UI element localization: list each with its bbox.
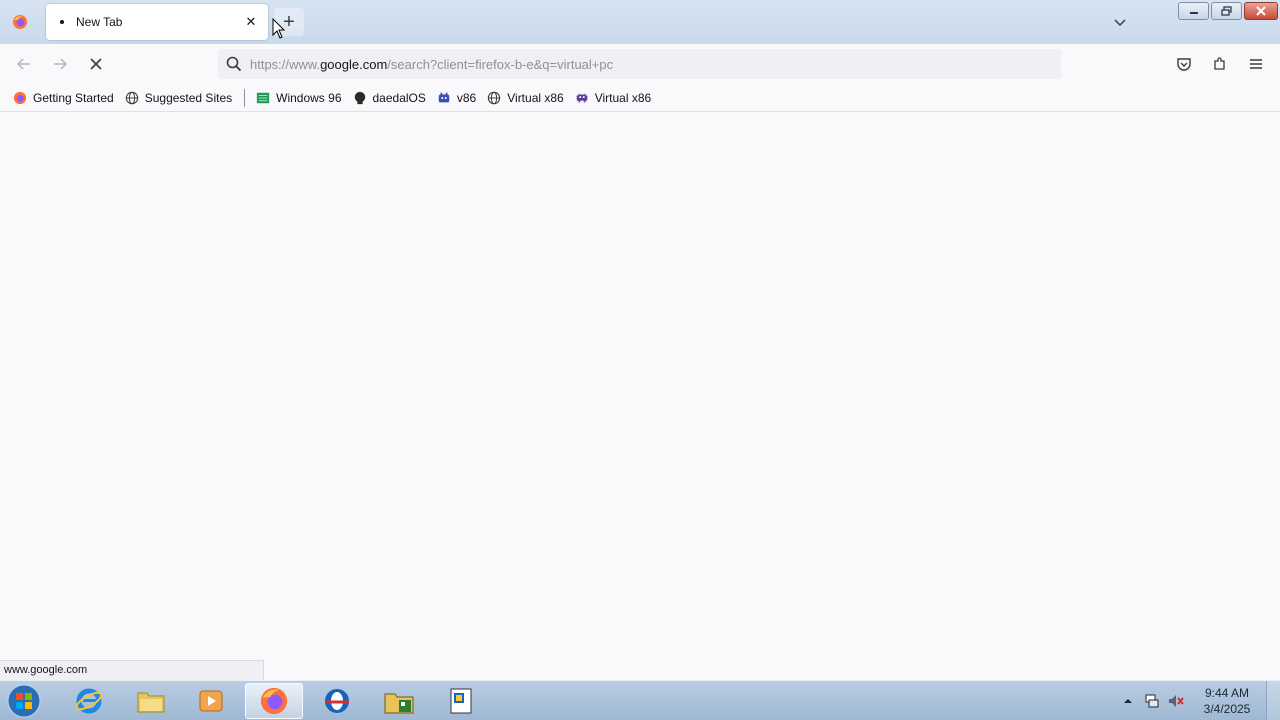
bookmark-windows-96[interactable]: Windows 96 <box>253 86 347 110</box>
chevron-up-icon <box>1124 699 1132 703</box>
globe-icon <box>124 90 140 106</box>
document-app-icon <box>450 688 472 714</box>
stop-icon <box>90 58 102 70</box>
stop-button[interactable] <box>82 50 110 78</box>
bookmarks-separator <box>244 88 246 107</box>
invader-icon <box>574 90 590 106</box>
search-icon <box>218 56 250 72</box>
pocket-button[interactable] <box>1170 50 1198 78</box>
bookmark-label: Suggested Sites <box>144 90 233 105</box>
firefox-view-button[interactable] <box>6 8 34 36</box>
forward-button[interactable] <box>46 50 74 78</box>
bookmark-label: Windows 96 <box>276 90 342 105</box>
firefox-icon <box>13 15 27 29</box>
volume-muted-icon[interactable] <box>1164 689 1188 713</box>
taskbar-internet-explorer[interactable] <box>60 683 118 719</box>
taskbar-folder-app[interactable] <box>370 683 428 719</box>
taskbar-media-player[interactable] <box>182 683 240 719</box>
tab-new-tab[interactable]: New Tab ✕ <box>46 4 268 40</box>
bookmark-label: Virtual x86 <box>507 90 564 105</box>
chevron-down-icon <box>1114 19 1126 27</box>
bookmark-suggested-sites[interactable]: Suggested Sites <box>122 86 238 110</box>
status-link-preview: www.google.com <box>0 660 264 680</box>
clock-time: 9:44 AM <box>1204 686 1250 700</box>
bookmark-label: Getting Started <box>33 90 114 105</box>
url-prefix: https://www. <box>250 56 321 72</box>
clock[interactable]: 9:44 AM 3/4/2025 <box>1196 685 1258 717</box>
restore-icon <box>1220 6 1232 16</box>
start-button[interactable] <box>4 682 44 720</box>
close-window-button[interactable] <box>1244 2 1278 20</box>
folder-icon <box>137 692 165 713</box>
windows-start-icon <box>7 684 41 718</box>
bookmark-virtual-x86[interactable]: Virtual x86 <box>484 86 569 110</box>
opera-icon <box>325 689 349 713</box>
globe-icon <box>486 90 502 106</box>
bookmark-label: v86 <box>456 90 477 105</box>
media-player-icon <box>199 690 223 712</box>
minimize-icon <box>1189 12 1198 14</box>
taskbar-firefox[interactable] <box>245 683 303 719</box>
taskbar-opera[interactable] <box>308 683 366 719</box>
network-icon[interactable] <box>1140 689 1164 713</box>
bookmark-v86[interactable]: v86 <box>434 86 482 110</box>
system-tray: 9:44 AM 3/4/2025 <box>1116 681 1280 720</box>
bookmarks-toolbar: Getting Started Suggested Sites Windows … <box>0 84 1280 112</box>
tab-title: New Tab <box>76 15 123 29</box>
bookmark-label: daedalOS <box>372 90 426 105</box>
close-icon <box>1256 6 1266 16</box>
daedalos-icon <box>352 90 368 106</box>
bookmark-daedalos[interactable]: daedalOS <box>350 86 432 110</box>
v86-icon <box>436 90 452 106</box>
extensions-button[interactable] <box>1206 50 1234 78</box>
folder-program-icon <box>384 693 414 714</box>
clock-date: 3/4/2025 <box>1203 702 1251 716</box>
bookmark-virtual-x86-2[interactable]: Virtual x86 <box>572 86 657 110</box>
tab-close-button[interactable]: ✕ <box>242 13 260 31</box>
windows96-icon <box>255 90 271 106</box>
forward-arrow-icon <box>54 58 68 70</box>
show-hidden-icons-button[interactable] <box>1116 689 1140 713</box>
url-bar[interactable]: https://www.google.com/search?client=fir… <box>218 49 1061 79</box>
window-controls <box>1178 2 1278 20</box>
puzzle-icon <box>1214 57 1225 70</box>
hamburger-menu-icon <box>1250 59 1262 69</box>
list-all-tabs-button[interactable] <box>1108 10 1132 34</box>
taskbar: 9:44 AM 3/4/2025 <box>0 680 1280 720</box>
navigation-toolbar: https://www.google.com/search?client=fir… <box>0 44 1280 84</box>
bookmark-label: Virtual x86 <box>594 90 652 105</box>
url-text: https://www.google.com/search?client=fir… <box>250 57 613 72</box>
back-button[interactable] <box>10 50 38 78</box>
mouse-cursor-icon <box>272 18 286 39</box>
page-content: www.google.com <box>0 113 1280 680</box>
back-arrow-icon <box>16 58 30 70</box>
taskbar-notepad-app[interactable] <box>432 683 490 719</box>
app-menu-button[interactable] <box>1242 50 1270 78</box>
taskbar-file-explorer[interactable] <box>122 683 180 719</box>
show-desktop-button[interactable] <box>1266 681 1280 720</box>
url-path: /search?client=firefox-b-e&q=virtual+pc <box>387 56 614 72</box>
firefox-icon <box>260 687 288 715</box>
restore-button[interactable] <box>1211 2 1242 20</box>
firefox-icon <box>12 90 28 106</box>
minimize-button[interactable] <box>1178 2 1209 20</box>
tab-loading-indicator <box>60 20 64 24</box>
bookmark-getting-started[interactable]: Getting Started <box>10 86 120 110</box>
url-host: google.com <box>320 56 388 72</box>
pocket-icon <box>1177 58 1191 71</box>
internet-explorer-icon <box>75 688 103 714</box>
tab-bar: New Tab ✕ + <box>0 0 1280 44</box>
